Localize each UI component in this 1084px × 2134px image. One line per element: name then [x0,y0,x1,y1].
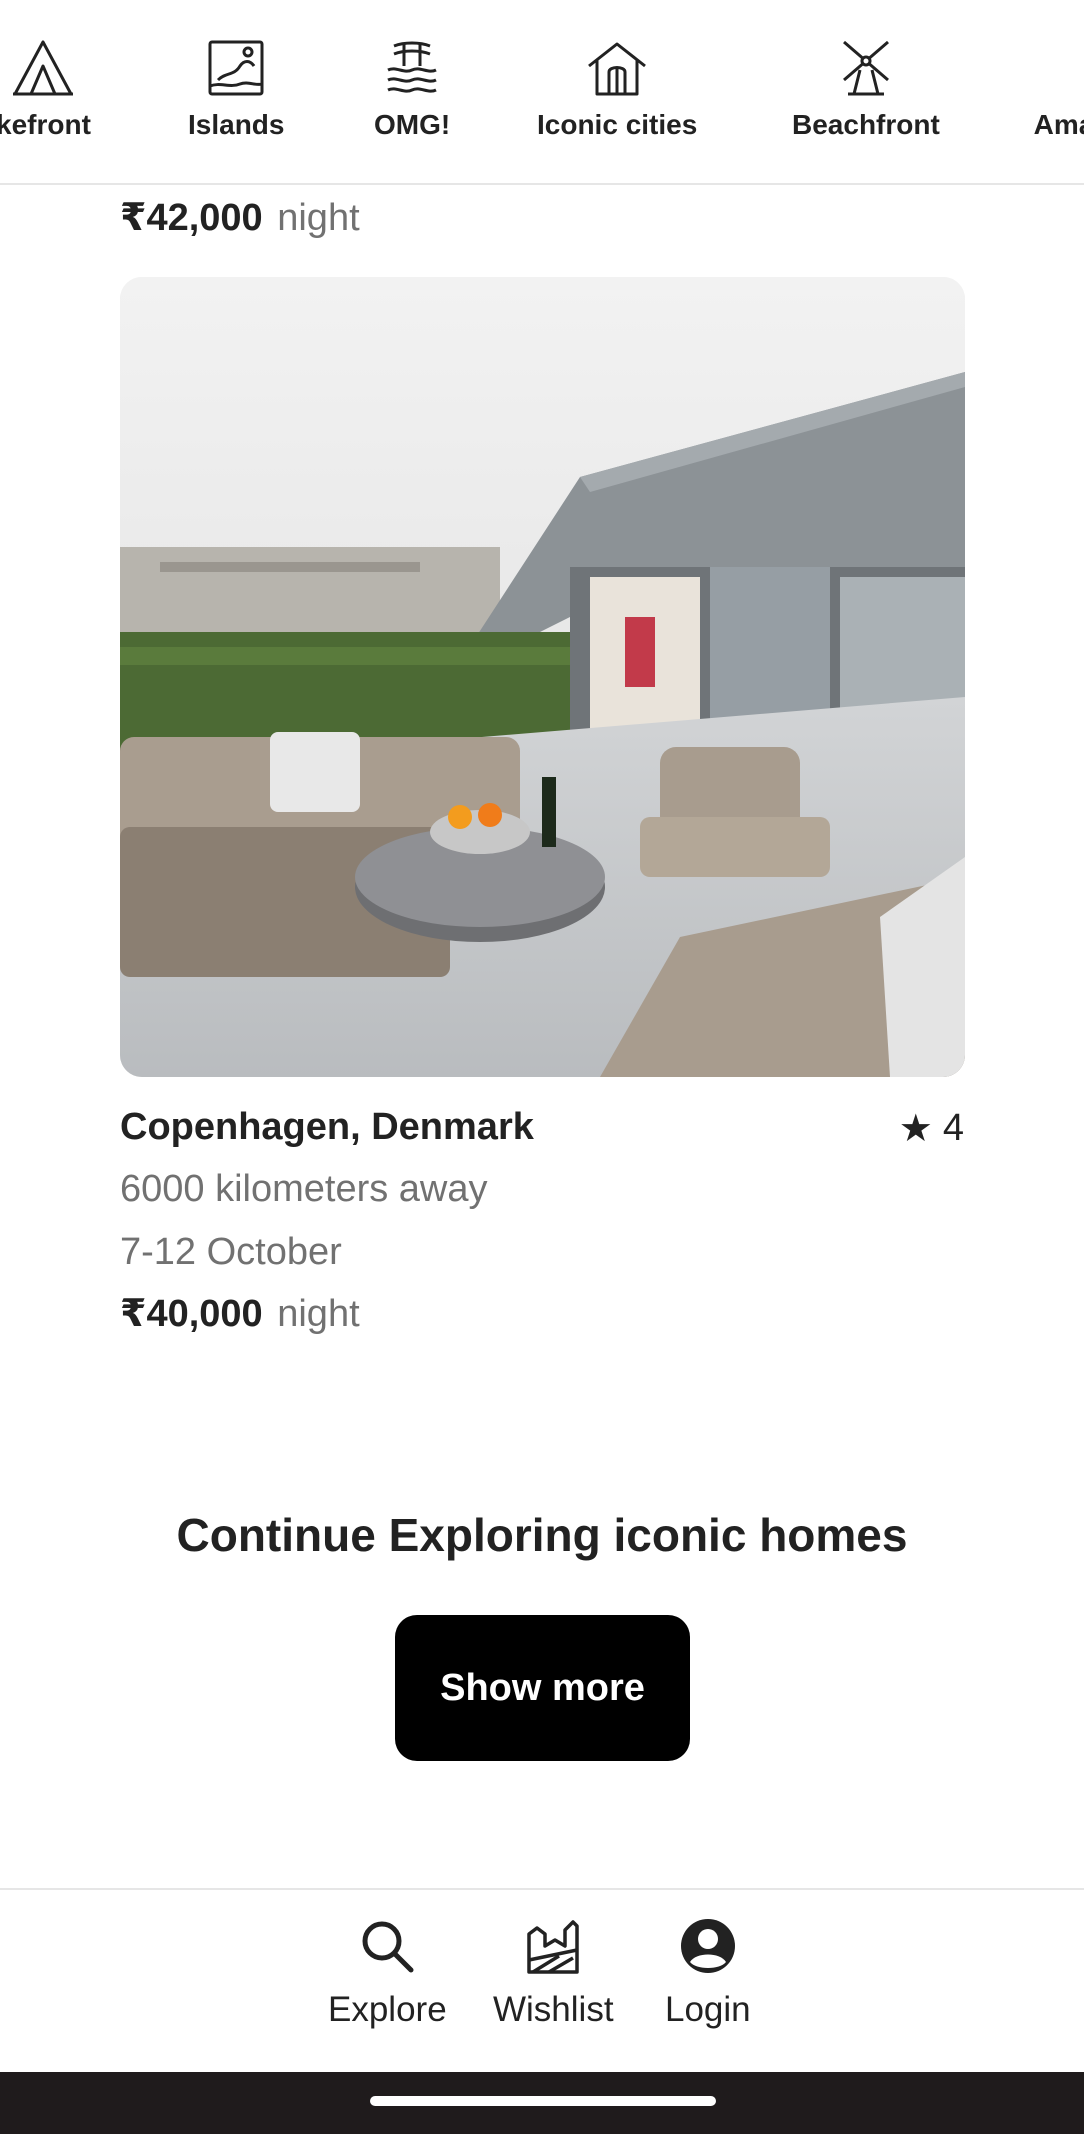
nav-label: Wishlist [493,1990,614,2029]
previous-listing-price: ₹42,000 night [120,196,360,242]
iconic-cities-icon [588,42,647,96]
nav-label: Explore [328,1990,447,2029]
category-omg[interactable]: OMG! [374,36,450,146]
nav-wishlist[interactable]: Wishlist [493,1916,614,2030]
listing-location[interactable]: Copenhagen, Denmark [120,1106,534,1149]
a-frame-cabin-icon [13,40,74,96]
listing-distance: 6000 kilometers away [120,1168,488,1210]
nav-login[interactable]: Login [665,1916,751,2030]
price-amount: ₹42,000 [120,197,263,239]
wishlist-icon [527,1920,580,1974]
rating-value: 4 [942,1107,964,1149]
price-unit: night [277,1293,360,1335]
account-icon [680,1919,735,1973]
category-label: Iconic cities [537,109,698,140]
category-label: Beachfront [792,109,940,140]
category-islands[interactable]: Islands [188,36,284,146]
island-map-icon [208,40,264,96]
category-label: OMG! [374,109,451,140]
continue-heading: Continue Exploring iconic homes [176,1509,908,1561]
category-label: Ama [1033,109,1084,140]
omg-house-icon [387,41,437,93]
category-bar: kefront Islands OMG! Iconic cities Beach… [0,0,1084,185]
price-amount: ₹40,000 [120,1293,263,1335]
nav-label: Login [665,1990,751,2029]
category-amazing[interactable]: Ama [1032,36,1084,146]
star-icon: ★ [898,1108,933,1150]
price-unit: night [277,197,360,239]
nav-explore[interactable]: Explore [328,1916,447,2030]
listing-price: ₹40,000 night [120,1292,360,1338]
category-iconic-cities[interactable]: Iconic cities [537,36,697,146]
windmill-icon [842,40,889,96]
bottom-nav: Explore Wishlist Login [0,1888,1084,2074]
category-lakefront[interactable]: kefront [0,36,91,146]
rooftop-terrace-photo [120,277,965,1077]
category-label: Islands [188,109,285,140]
system-navigation-bar [0,2072,1084,2134]
show-more-button[interactable]: Show more [395,1615,690,1761]
search-icon [362,1921,414,1973]
category-beachfront[interactable]: Beachfront [792,36,940,146]
listing-photo[interactable] [120,277,965,1077]
home-gesture-pill[interactable] [370,2096,716,2106]
category-label: kefront [0,109,91,140]
listing-dates: 7-12 October [120,1231,342,1273]
listing-rating: ★ 4 [899,1106,964,1151]
